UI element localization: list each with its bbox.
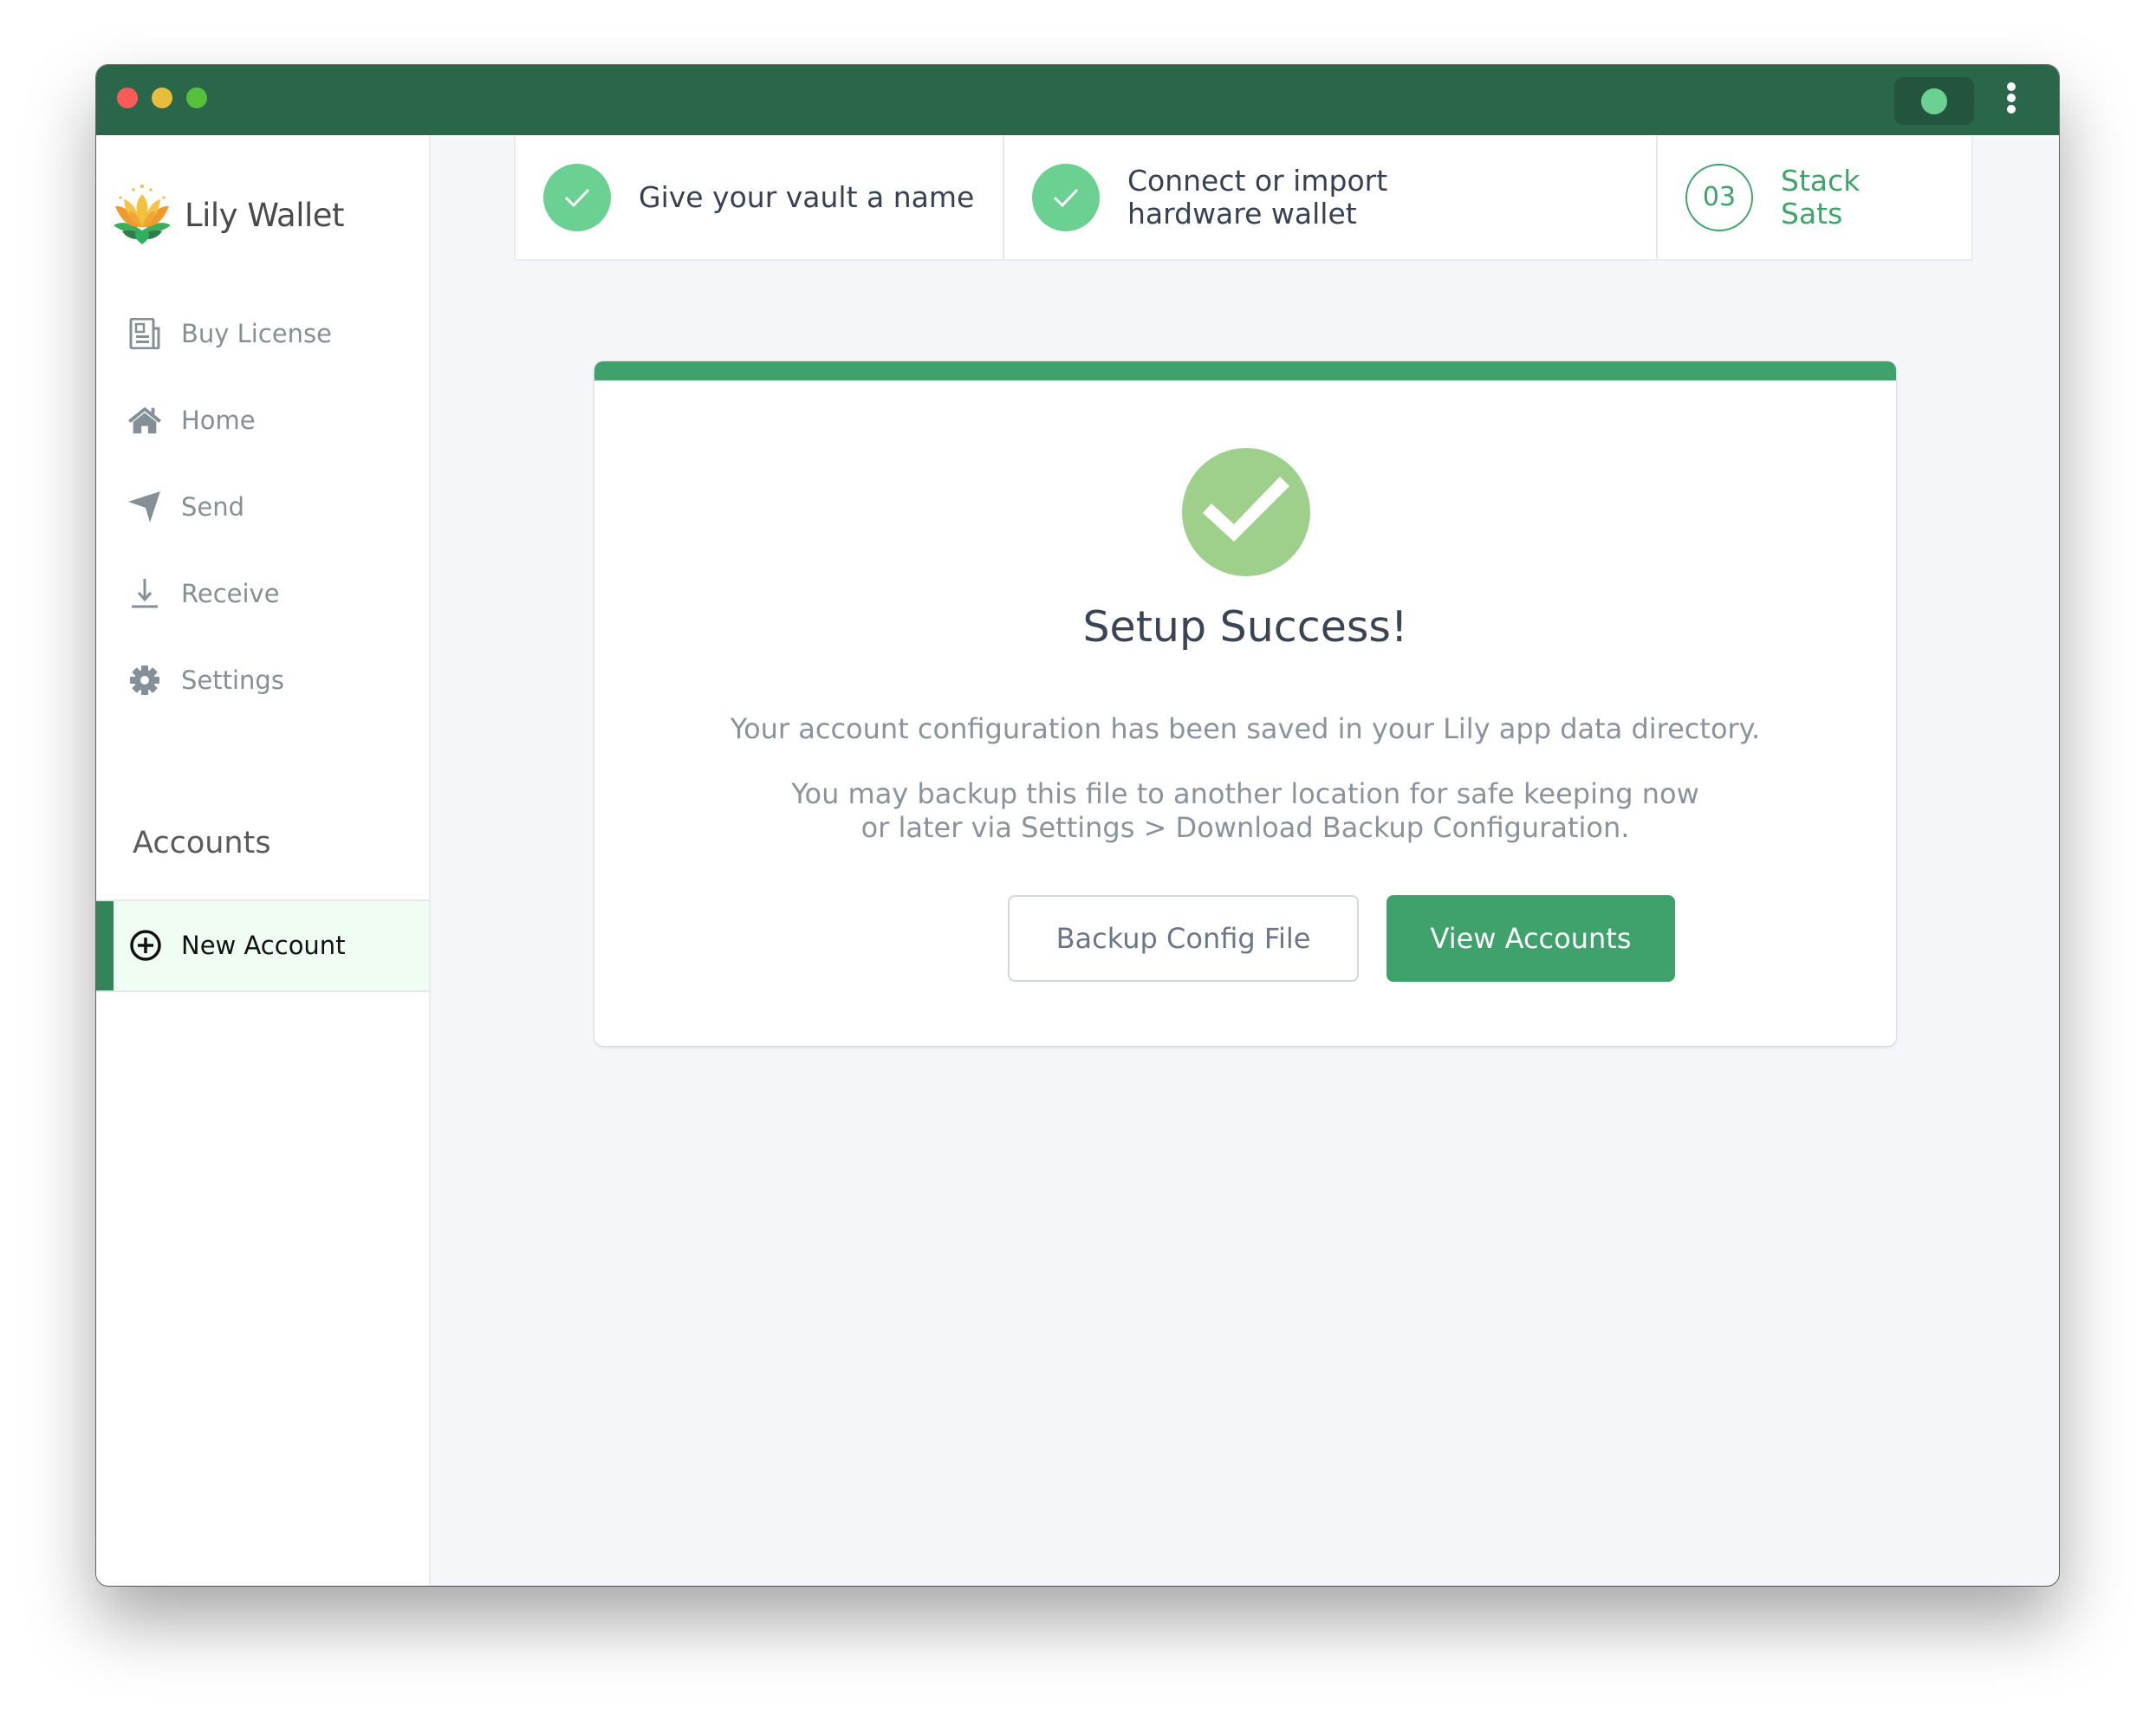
- title-bar: [96, 65, 2059, 135]
- sidebar-item-label: Send: [181, 492, 245, 522]
- sidebar-item-label: Buy License: [181, 319, 332, 348]
- app-logo[interactable]: Lily Wallet: [112, 184, 345, 246]
- step-number: 03: [1685, 163, 1753, 231]
- active-indicator: [96, 901, 114, 990]
- card-title: Setup Success!: [1082, 602, 1408, 652]
- step-label: Give your vault a name: [639, 179, 975, 214]
- success-card: Setup Success! Your account configuratio…: [594, 361, 1896, 1046]
- maximize-window-button[interactable]: [186, 88, 207, 108]
- step-label: Connect or import hardware wallet: [1127, 163, 1388, 230]
- new-account-label: New Account: [181, 931, 346, 960]
- sidebar-item-buy-license[interactable]: Buy License: [96, 308, 429, 360]
- sidebar-item-settings[interactable]: Settings: [96, 654, 429, 706]
- sidebar-item-new-account[interactable]: New Account: [96, 899, 429, 992]
- minimize-window-button[interactable]: [152, 88, 172, 108]
- card-message: Your account configuration has been save…: [730, 712, 1761, 745]
- setup-steps: Give your vault a name Connect or import…: [514, 135, 1973, 261]
- card-note-line-2: or later via Settings > Download Backup …: [860, 811, 1630, 844]
- step-complete-check-icon: [543, 163, 611, 231]
- sidebar-item-label: Settings: [181, 665, 284, 695]
- backup-config-button[interactable]: Backup Config File: [1008, 895, 1359, 982]
- lotus-logo-icon: [114, 185, 171, 244]
- step-1: Give your vault a name: [516, 135, 1004, 259]
- card-accent-bar: [594, 361, 1896, 380]
- app-name: Lily Wallet: [185, 196, 345, 234]
- download-icon: [127, 576, 162, 611]
- check-circle-icon: [1182, 448, 1310, 576]
- accounts-heading: Accounts: [133, 826, 271, 860]
- app-window: Lily Wallet Buy License Home Send Receiv…: [96, 65, 2059, 1586]
- sidebar-item-home[interactable]: Home: [96, 394, 429, 446]
- sidebar: Lily Wallet Buy License Home Send Receiv…: [96, 135, 431, 1586]
- status-dot-icon: [1921, 88, 1947, 114]
- sidebar-item-label: Home: [181, 406, 256, 435]
- step-2: Connect or import hardware wallet: [1004, 135, 1658, 259]
- card-note-line-1: You may backup this file to another loca…: [791, 777, 1699, 810]
- view-accounts-button[interactable]: View Accounts: [1386, 895, 1675, 982]
- gear-icon: [127, 663, 162, 698]
- sidebar-item-label: Receive: [181, 579, 280, 608]
- step-3: 03 Stack Sats: [1658, 135, 1971, 259]
- newspaper-icon: [127, 316, 162, 351]
- step-label: Stack Sats: [1781, 163, 1861, 230]
- close-window-button[interactable]: [117, 88, 138, 108]
- more-options-icon[interactable]: [2005, 82, 2017, 117]
- plus-circle-icon: [129, 929, 162, 965]
- sidebar-item-receive[interactable]: Receive: [96, 568, 429, 620]
- home-icon: [127, 403, 162, 438]
- sidebar-item-send[interactable]: Send: [96, 481, 429, 533]
- card-note: You may backup this file to another loca…: [594, 777, 1896, 845]
- connection-status-indicator[interactable]: [1894, 77, 1974, 125]
- paper-plane-icon: [127, 490, 162, 524]
- step-complete-check-icon: [1032, 163, 1100, 231]
